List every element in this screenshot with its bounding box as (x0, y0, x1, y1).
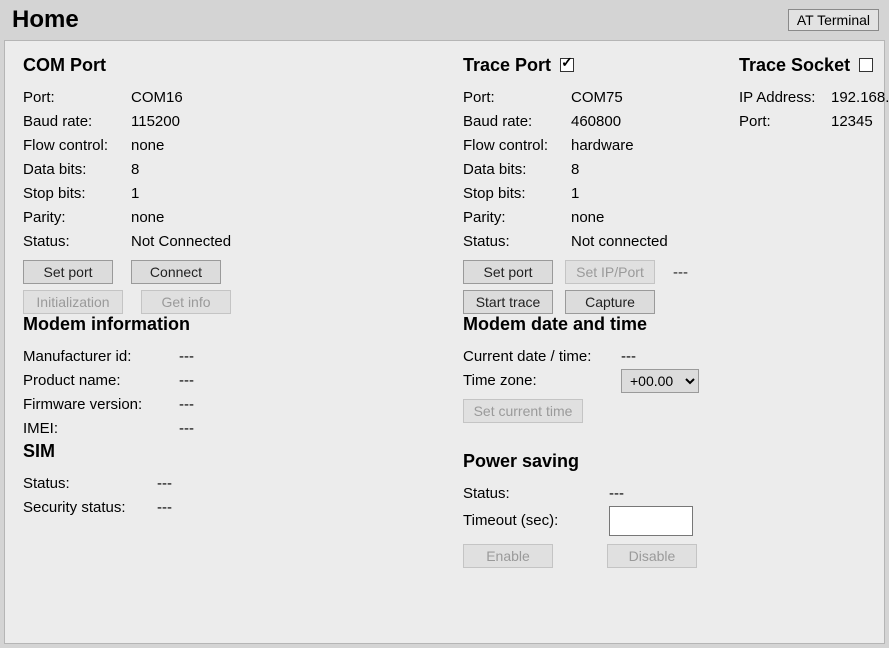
socket-port-label: Port: (739, 110, 831, 134)
com-stopbits-value: 1 (131, 182, 139, 206)
trace-port-heading-text: Trace Port (463, 55, 551, 75)
power-status-value: --- (609, 482, 624, 506)
com-get-info-button[interactable]: Get info (141, 290, 231, 314)
sim-status-value: --- (157, 472, 172, 496)
com-baud-value: 115200 (131, 110, 180, 134)
sim-status-label: Status: (23, 472, 157, 496)
trace-socket-checkbox[interactable] (859, 58, 873, 72)
com-flow-value: none (131, 134, 164, 158)
trace-set-port-button[interactable]: Set port (463, 260, 553, 284)
trace-baud-value: 460800 (571, 110, 621, 134)
datetime-current-label: Current date / time: (463, 345, 621, 369)
trace-status-label: Status: (463, 230, 571, 254)
modem-info-heading: Modem information (23, 314, 423, 335)
trace-databits-label: Data bits: (463, 158, 571, 182)
trace-port-label: Port: (463, 86, 571, 110)
modem-product-label: Product name: (23, 369, 179, 393)
com-baud-label: Baud rate: (23, 110, 131, 134)
at-terminal-button[interactable]: AT Terminal (788, 9, 879, 31)
trace-port-checkbox[interactable] (560, 58, 574, 72)
power-timeout-label: Timeout (sec): (463, 509, 571, 533)
datetime-block: Current date / time:--- Time zone: +00.0… (463, 345, 889, 423)
com-flow-label: Flow control: (23, 134, 131, 158)
set-current-time-button[interactable]: Set current time (463, 399, 583, 423)
trace-port-column: Trace Port Port:COM75 Baud rate:460800 F… (463, 55, 719, 314)
sim-block: Status:--- Security status:--- (23, 472, 423, 520)
modem-firmware-value: --- (179, 393, 194, 417)
com-port-label: Port: (23, 86, 131, 110)
trace-stopbits-label: Stop bits: (463, 182, 571, 206)
trace-flow-value: hardware (571, 134, 634, 158)
power-enable-button[interactable]: Enable (463, 544, 553, 568)
trace-capture-button[interactable]: Capture (565, 290, 655, 314)
com-port-value: COM16 (131, 86, 183, 110)
com-set-port-button[interactable]: Set port (23, 260, 113, 284)
com-status-label: Status: (23, 230, 131, 254)
com-parity-label: Parity: (23, 206, 131, 230)
socket-ip-value: 192.168.1.1 (831, 86, 889, 110)
com-initialization-button[interactable]: Initialization (23, 290, 123, 314)
com-databits-value: 8 (131, 158, 139, 182)
trace-socket-heading-text: Trace Socket (739, 55, 850, 75)
modem-manufacturer-label: Manufacturer id: (23, 345, 179, 369)
page-title: Home (12, 6, 79, 34)
com-stopbits-label: Stop bits: (23, 182, 131, 206)
power-status-label: Status: (463, 482, 571, 506)
power-timeout-input[interactable] (609, 506, 693, 536)
modem-product-value: --- (179, 369, 194, 393)
com-databits-label: Data bits: (23, 158, 131, 182)
socket-port-value: 12345 (831, 110, 873, 134)
com-port-block: Port:COM16 Baud rate:115200 Flow control… (23, 86, 423, 314)
socket-ip-label: IP Address: (739, 86, 831, 110)
trace-parity-value: none (571, 206, 604, 230)
modem-manufacturer-value: --- (179, 345, 194, 369)
header: Home AT Terminal (4, 4, 885, 40)
trace-socket-heading: Trace Socket (739, 55, 889, 76)
modem-info-block: Manufacturer id:--- Product name:--- Fir… (23, 345, 423, 441)
left-column: COM Port Port:COM16 Baud rate:115200 Flo… (23, 55, 423, 625)
right-side: Trace Port Port:COM75 Baud rate:460800 F… (463, 55, 889, 625)
trace-databits-value: 8 (571, 158, 579, 182)
trace-parity-label: Parity: (463, 206, 571, 230)
power-block: Status: --- Timeout (sec): Enable Disable (463, 482, 889, 568)
com-status-value: Not Connected (131, 230, 231, 254)
datetime-tz-label: Time zone: (463, 369, 621, 393)
com-connect-button[interactable]: Connect (131, 260, 221, 284)
power-heading: Power saving (463, 451, 889, 472)
datetime-tz-select[interactable]: +00.00 (621, 369, 699, 393)
trace-flow-label: Flow control: (463, 134, 571, 158)
modem-firmware-label: Firmware version: (23, 393, 179, 417)
trace-status-value: Not connected (571, 230, 668, 254)
app-frame: Home AT Terminal COM Port Port:COM16 Bau… (0, 0, 889, 648)
trace-port-heading: Trace Port (463, 55, 719, 76)
com-port-heading: COM Port (23, 55, 423, 76)
sim-security-label: Security status: (23, 496, 157, 520)
com-parity-value: none (131, 206, 164, 230)
sim-heading: SIM (23, 441, 423, 462)
datetime-heading: Modem date and time (463, 314, 889, 335)
power-disable-button[interactable]: Disable (607, 544, 697, 568)
trace-socket-column: Trace Socket IP Address:192.168.1.1 Port… (739, 55, 889, 314)
trace-set-ip-button[interactable]: Set IP/Port (565, 260, 655, 284)
modem-imei-label: IMEI: (23, 417, 179, 441)
trace-port-value: COM75 (571, 86, 623, 110)
trace-baud-label: Baud rate: (463, 110, 571, 134)
sim-security-value: --- (157, 496, 172, 520)
trace-ip-status: --- (673, 264, 688, 281)
main-panel: COM Port Port:COM16 Baud rate:115200 Flo… (4, 40, 885, 644)
trace-start-button[interactable]: Start trace (463, 290, 553, 314)
datetime-current-value: --- (621, 345, 636, 369)
right-top-row: Trace Port Port:COM75 Baud rate:460800 F… (463, 55, 889, 314)
modem-imei-value: --- (179, 417, 194, 441)
trace-stopbits-value: 1 (571, 182, 579, 206)
